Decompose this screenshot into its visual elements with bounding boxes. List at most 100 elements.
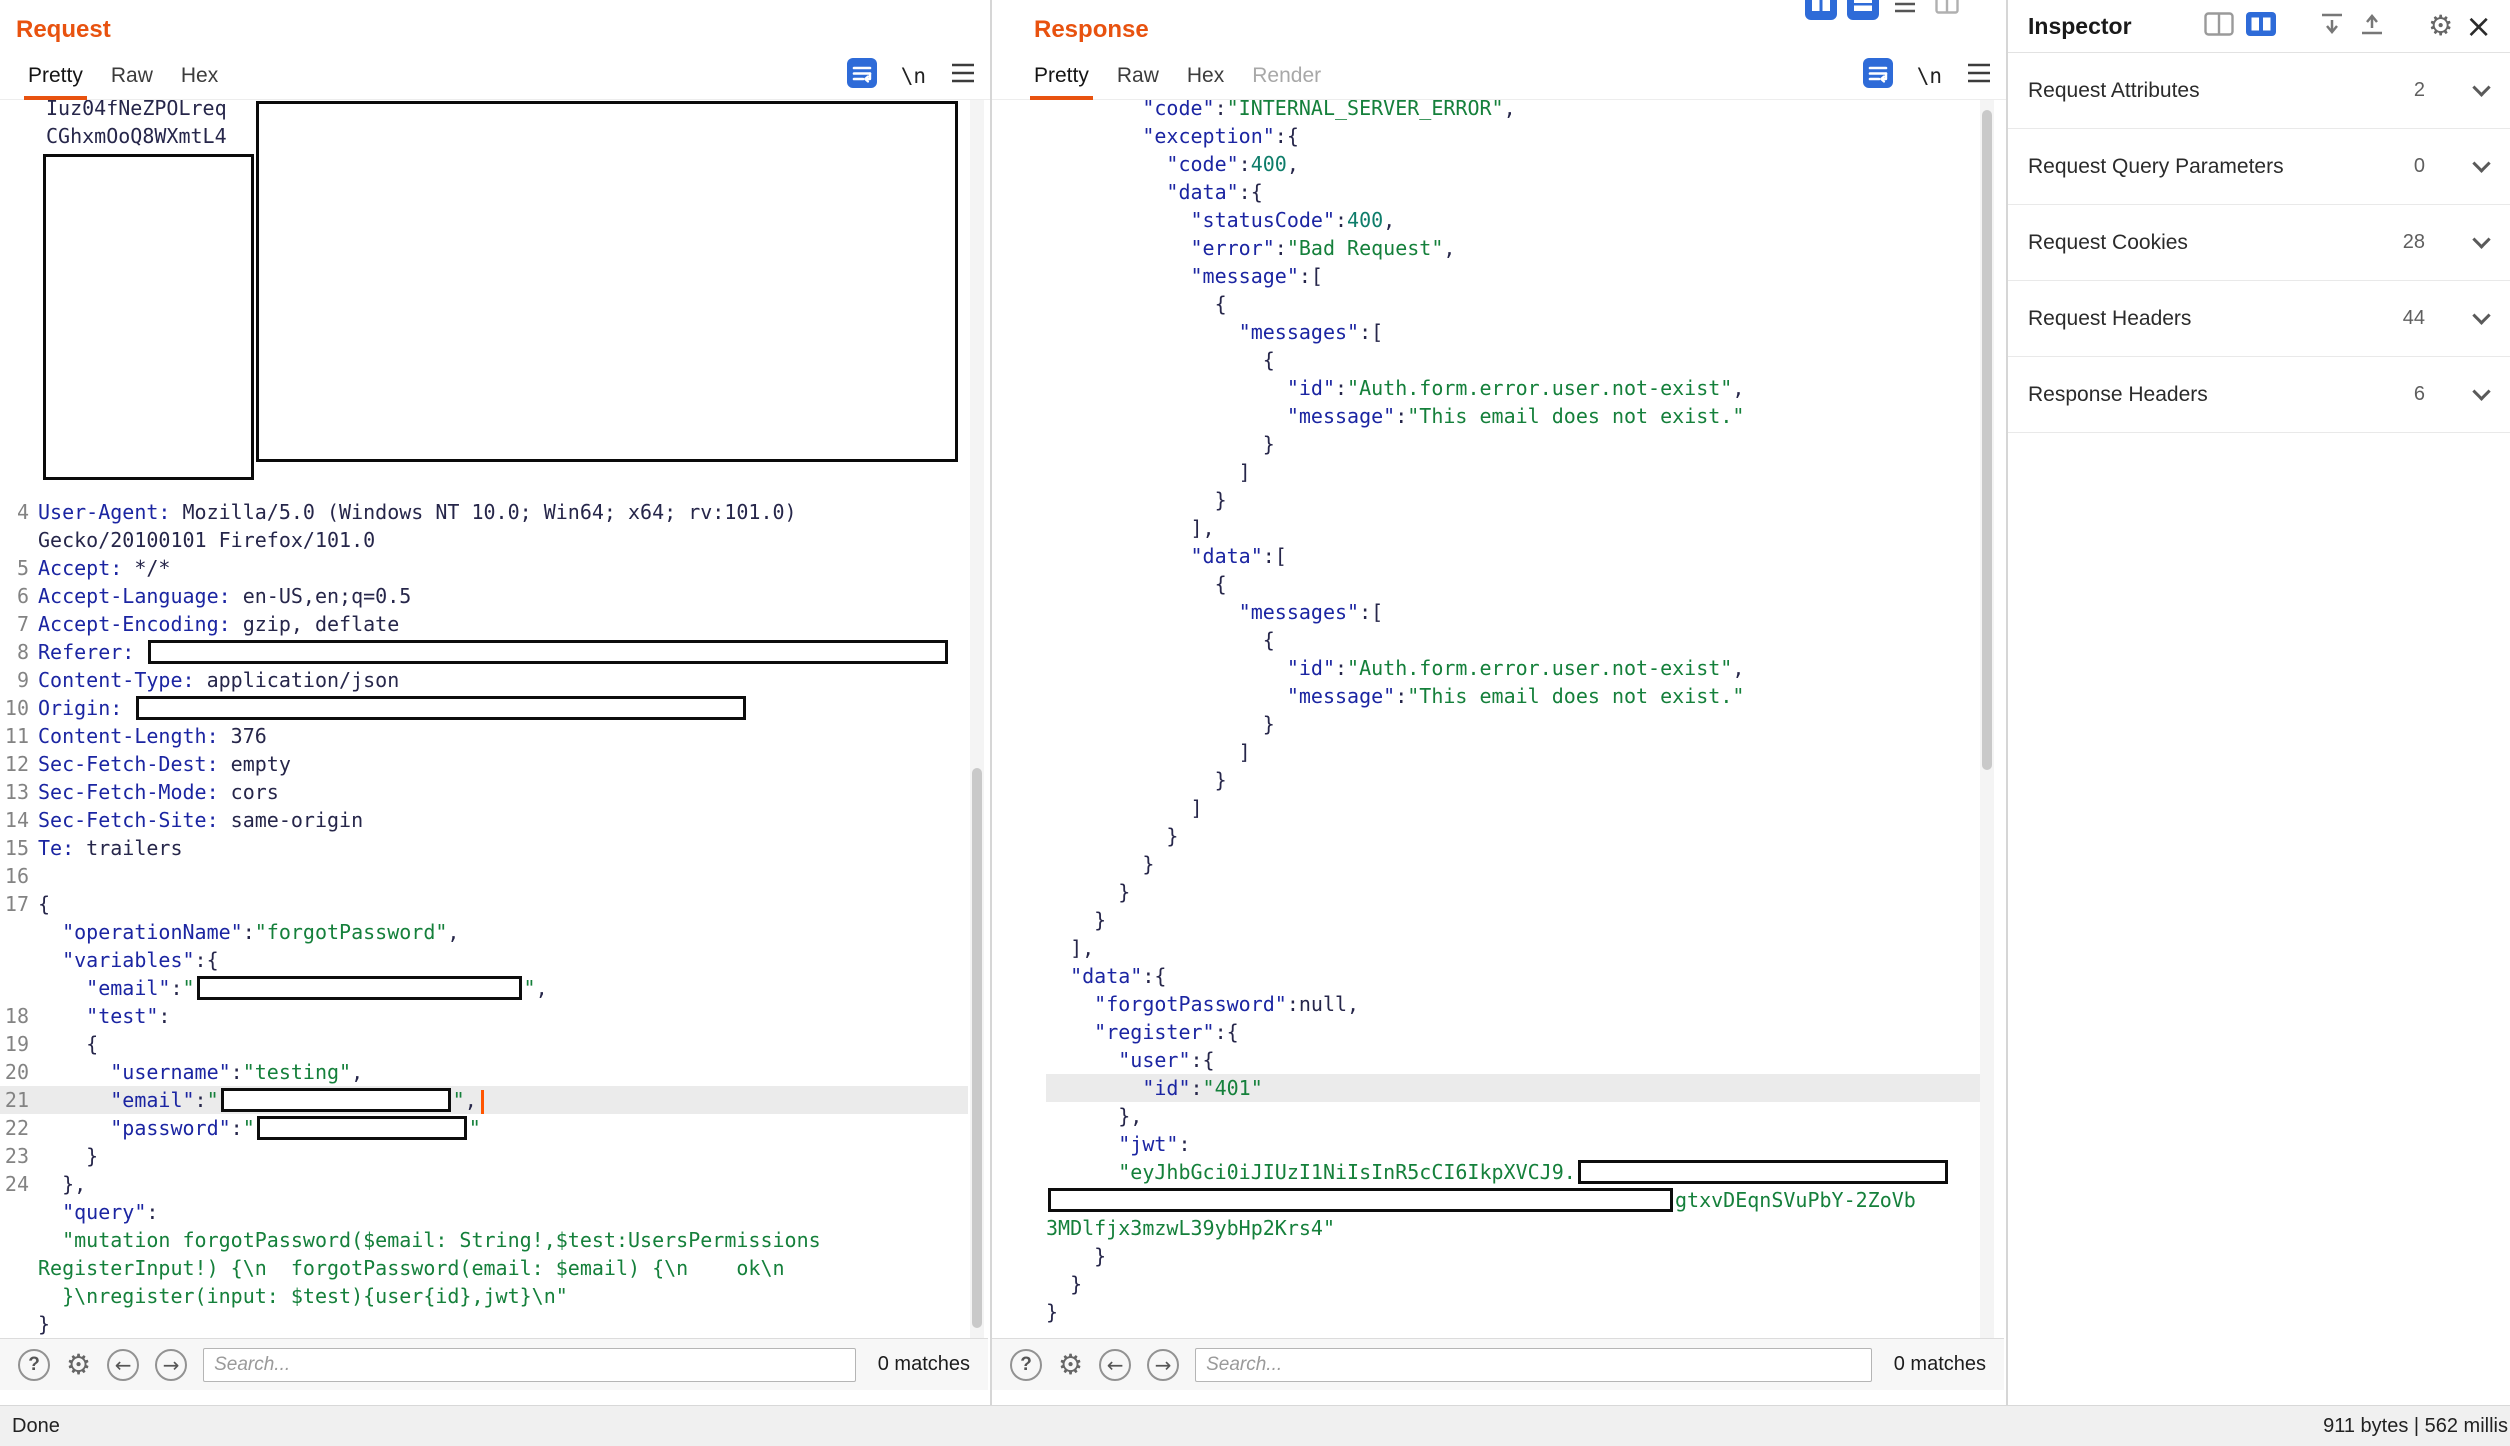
code-line: "code":"INTERNAL_SERVER_ERROR", xyxy=(1046,100,1984,122)
response-scrollbar[interactable] xyxy=(1980,100,1994,1338)
single-pane-view-icon[interactable] xyxy=(2204,12,2234,41)
request-search-bar: ? ⚙ ← → 0 matches xyxy=(0,1338,988,1390)
code-line: { xyxy=(1046,570,1984,598)
code-line: RegisterInput!) {\n forgotPassword(email… xyxy=(0,1254,968,1282)
code-line: "variables":{ xyxy=(0,946,968,974)
search-settings-gear-icon[interactable]: ⚙ xyxy=(66,1351,91,1379)
response-viewer[interactable]: "code":"INTERNAL_SERVER_ERROR", "excepti… xyxy=(992,100,2004,1338)
code-line: 5Accept: */* xyxy=(0,554,968,582)
tab-raw[interactable]: Raw xyxy=(1103,52,1173,99)
code-line: "operationName":"forgotPassword", xyxy=(0,918,968,946)
inspector-section-request-cookies[interactable]: Request Cookies 28 xyxy=(2008,205,2510,281)
help-icon[interactable]: ? xyxy=(1010,1349,1042,1381)
collapse-all-icon[interactable] xyxy=(2318,10,2346,43)
chevron-down-icon xyxy=(2472,306,2490,324)
code-line: ], xyxy=(1046,514,1984,542)
tab-pretty[interactable]: Pretty xyxy=(1020,52,1103,99)
inspector-section-request-attributes[interactable]: Request Attributes 2 xyxy=(2008,53,2510,129)
prev-match-button[interactable]: ← xyxy=(107,1349,139,1381)
word-wrap-icon[interactable] xyxy=(1863,58,1893,93)
line-number: 13 xyxy=(0,778,38,806)
close-icon[interactable]: × xyxy=(2465,10,2492,42)
tab-pretty[interactable]: Pretty xyxy=(14,52,97,99)
columns-layout-icon[interactable] xyxy=(1805,0,1837,20)
code-line: "jwt": xyxy=(1046,1130,1984,1158)
section-label: Request Attributes xyxy=(2028,79,2200,103)
tabs-layout-icon[interactable] xyxy=(1889,0,1921,20)
code-line: 19 { xyxy=(0,1030,968,1058)
inspector-settings-gear-icon[interactable]: ⚙ xyxy=(2428,12,2453,40)
line-number: 7 xyxy=(0,610,38,638)
burp-message-editor-window: Request Pretty Raw Hex \n Iuz04fNeZPOLre… xyxy=(0,0,2510,1446)
tab-raw[interactable]: Raw xyxy=(97,52,167,99)
redaction-box xyxy=(43,154,254,480)
line-number: 15 xyxy=(0,834,38,862)
next-match-button[interactable]: → xyxy=(155,1349,187,1381)
section-count: 28 xyxy=(2379,231,2425,254)
line-number: 23 xyxy=(0,1142,38,1170)
response-panel-title: Response xyxy=(1034,16,1149,44)
tab-hex[interactable]: Hex xyxy=(1173,52,1238,99)
code-line: 11Content-Length: 376 xyxy=(0,722,968,750)
code-line: "statusCode":400, xyxy=(1046,206,1984,234)
redaction-box xyxy=(257,1116,467,1140)
code-line: 15Te: trailers xyxy=(0,834,968,862)
code-line: ] xyxy=(1046,458,1984,486)
response-tabbar: Pretty Raw Hex Render \n xyxy=(992,52,2006,100)
newline-toggle-icon[interactable]: \n xyxy=(901,64,926,88)
menu-icon[interactable] xyxy=(950,62,976,89)
next-match-button[interactable]: → xyxy=(1147,1349,1179,1381)
code-line: "id":"401" xyxy=(1046,1074,1984,1102)
inspector-section-request-headers[interactable]: Request Headers 44 xyxy=(2008,281,2510,357)
code-line: } xyxy=(1046,430,1984,458)
menu-icon[interactable] xyxy=(1966,62,1992,89)
response-code: "code":"INTERNAL_SERVER_ERROR", "excepti… xyxy=(1046,100,1984,1326)
line-number: 4 xyxy=(0,498,38,526)
request-editor[interactable]: Iuz04fNeZPOLreqCGhxmOoQ8WXmtL4 4User-Age… xyxy=(0,100,988,1338)
status-text: Done xyxy=(12,1415,60,1438)
help-icon[interactable]: ? xyxy=(18,1349,50,1381)
code-line: ] xyxy=(1046,794,1984,822)
code-line: "id":"Auth.form.error.user.not-exist", xyxy=(1046,654,1984,682)
inspector-section-response-headers[interactable]: Response Headers 6 xyxy=(2008,357,2510,433)
code-line: ], xyxy=(1046,934,1984,962)
tab-hex[interactable]: Hex xyxy=(167,52,232,99)
section-label: Response Headers xyxy=(2028,383,2208,407)
expand-all-icon[interactable] xyxy=(2358,10,2386,43)
grid-layout-icon[interactable] xyxy=(1931,0,1963,20)
code-line: "data":{ xyxy=(1046,178,1984,206)
code-line: } xyxy=(1046,710,1984,738)
code-line: }, xyxy=(1046,1102,1984,1130)
redaction-box xyxy=(197,976,522,1000)
section-label: Request Query Parameters xyxy=(2028,155,2284,179)
code-line: "message":"This email does not exist." xyxy=(1046,682,1984,710)
request-panel: Request Pretty Raw Hex \n Iuz04fNeZPOLre… xyxy=(0,0,992,1405)
scrollbar-thumb[interactable] xyxy=(972,768,982,1328)
request-scrollbar[interactable] xyxy=(970,100,984,1338)
search-settings-gear-icon[interactable]: ⚙ xyxy=(1058,1351,1083,1379)
section-count: 2 xyxy=(2379,79,2425,102)
code-line: 13Sec-Fetch-Mode: cors xyxy=(0,778,968,806)
code-line: "message":"This email does not exist." xyxy=(1046,402,1984,430)
editor-layout-toolbar xyxy=(1805,0,1963,20)
search-input[interactable] xyxy=(1195,1348,1872,1382)
inspector-section-request-query-parameters[interactable]: Request Query Parameters 0 xyxy=(2008,129,2510,205)
scrollbar-thumb[interactable] xyxy=(1982,110,1992,770)
newline-toggle-icon[interactable]: \n xyxy=(1917,64,1942,88)
request-code: 4User-Agent: Mozilla/5.0 (Windows NT 10.… xyxy=(0,498,968,1338)
line-number: 17 xyxy=(0,890,38,918)
code-line: }\nregister(input: $test){user{id},jwt}\… xyxy=(0,1282,968,1310)
search-input[interactable] xyxy=(203,1348,856,1382)
code-line: 3MDlfjx3mzwL39ybHp2Krs4" xyxy=(1046,1214,1984,1242)
line-number: 20 xyxy=(0,1058,38,1086)
code-line: 6Accept-Language: en-US,en;q=0.5 xyxy=(0,582,968,610)
word-wrap-icon[interactable] xyxy=(847,58,877,93)
split-pane-view-icon[interactable] xyxy=(2246,12,2276,41)
redaction-box xyxy=(1578,1160,1948,1184)
prev-match-button[interactable]: ← xyxy=(1099,1349,1131,1381)
rows-layout-icon[interactable] xyxy=(1847,0,1879,20)
code-line: ] xyxy=(1046,738,1984,766)
code-line: "eyJhbGci0iJIUzI1NiIsInR5cCI6IkpXVCJ9. xyxy=(1046,1158,1984,1186)
response-search-bar: ? ⚙ ← → 0 matches xyxy=(992,1338,2004,1390)
code-line: "user":{ xyxy=(1046,1046,1984,1074)
